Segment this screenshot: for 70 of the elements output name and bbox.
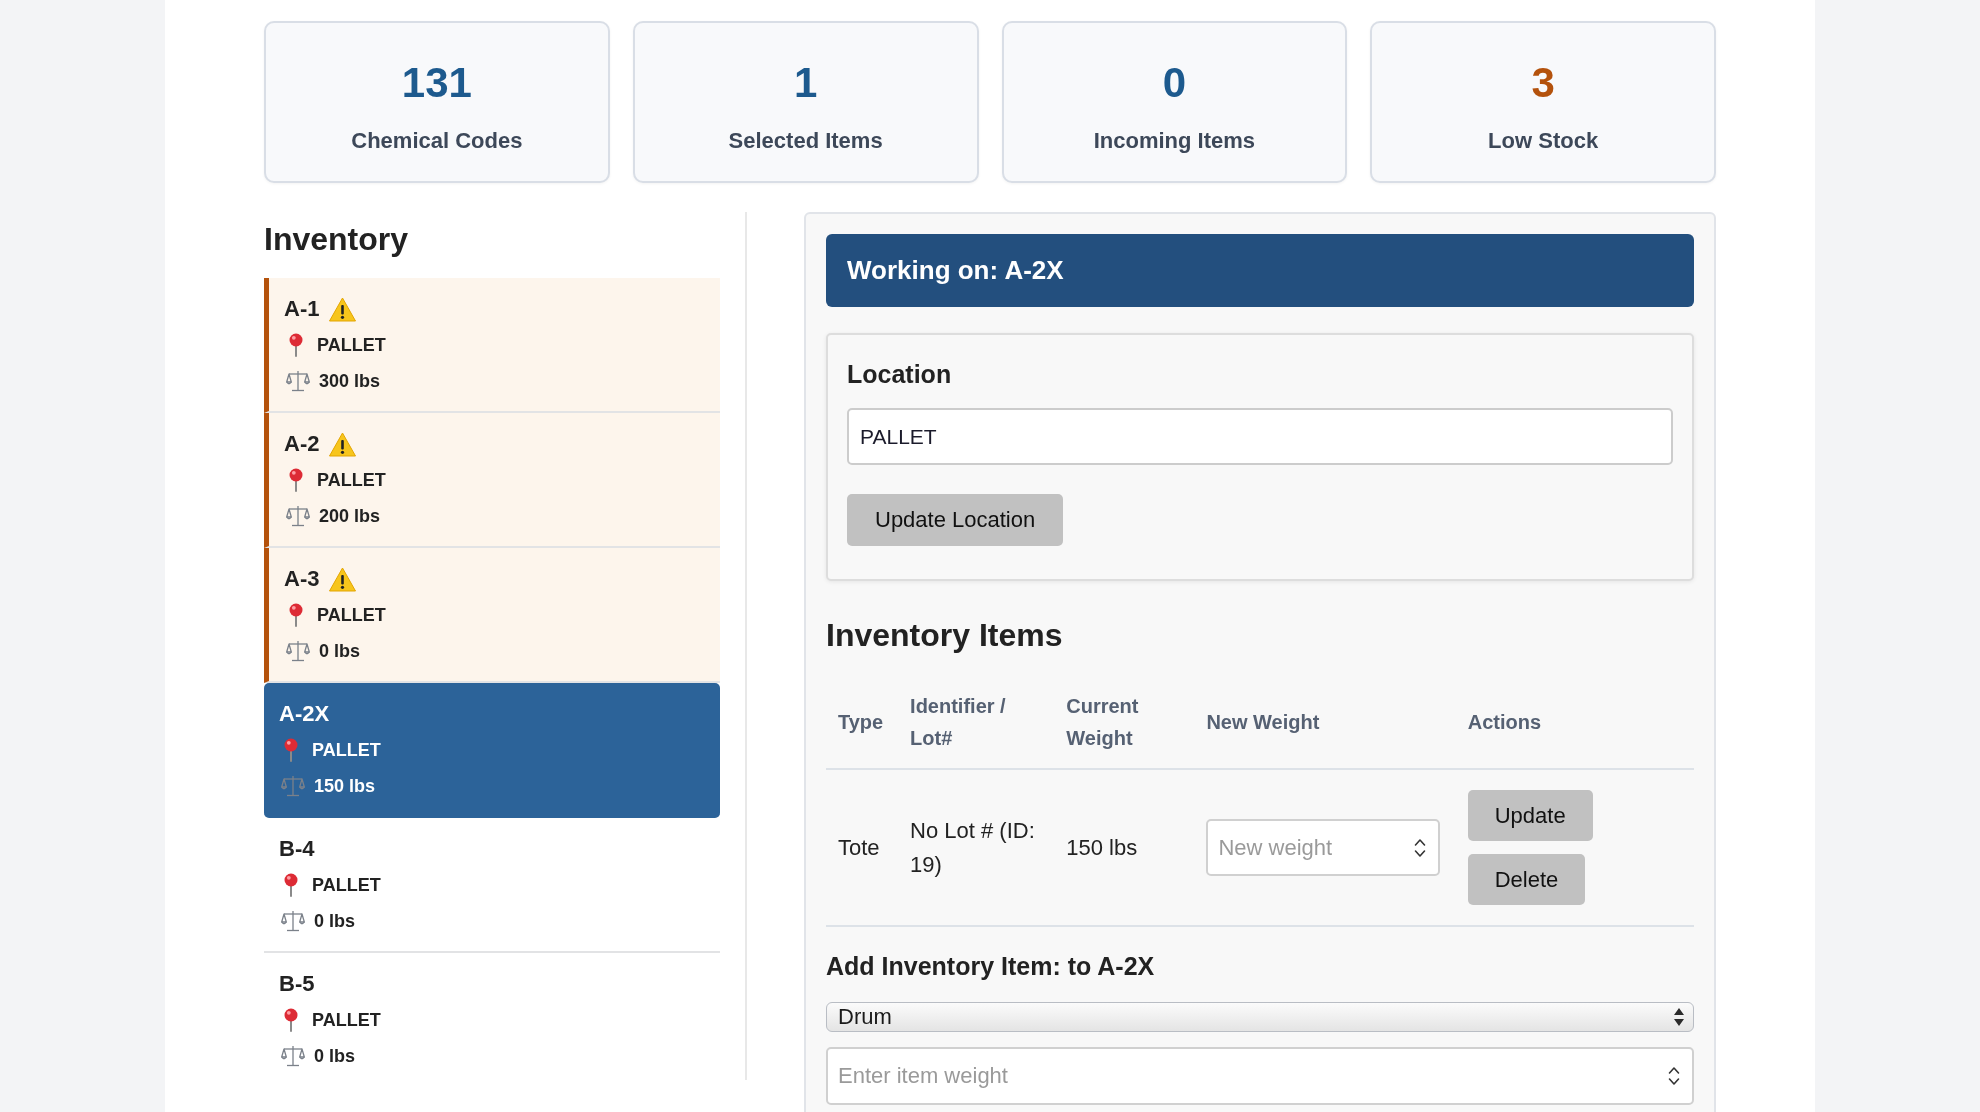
stat-value: 131 xyxy=(401,59,472,107)
inventory-item[interactable]: A-2X PALLET 150 lbs xyxy=(264,683,720,818)
location-text: PALLET xyxy=(317,334,386,357)
action-button[interactable]: Update xyxy=(1467,790,1593,841)
pin-icon xyxy=(283,873,299,897)
column-header: Actions xyxy=(1455,674,1694,769)
table-cell: 150 lbs xyxy=(1054,769,1195,926)
inventory-item[interactable]: B-4 PALLET 0 lbs xyxy=(264,818,720,953)
scale-icon xyxy=(281,910,305,932)
location-text: PALLET xyxy=(312,1009,381,1032)
weight-text: 300 lbs xyxy=(319,370,381,393)
stat-label: Incoming Items xyxy=(1093,128,1256,154)
pin-icon xyxy=(288,468,304,492)
pin-icon xyxy=(288,333,304,357)
weight-text: 200 lbs xyxy=(319,505,381,528)
stat-label: Selected Items xyxy=(728,128,883,154)
scale-icon xyxy=(286,505,310,527)
warning-icon xyxy=(329,431,357,457)
inventory-item[interactable]: B-5 PALLET 0 lbs xyxy=(264,953,720,1080)
stepper-icon xyxy=(1414,836,1427,859)
inventory-heading: Inventory xyxy=(264,220,410,258)
scale-icon xyxy=(286,640,310,662)
action-button[interactable]: Delete xyxy=(1467,854,1586,905)
location-text: PALLET xyxy=(312,739,381,762)
inventory-item[interactable]: A-3 PALLET 0 lbs xyxy=(264,548,720,683)
inventory-item[interactable]: A-1 PALLET 300 lbs xyxy=(264,278,720,413)
location-text: PALLET xyxy=(317,604,386,627)
item-name: B-5 xyxy=(279,970,315,998)
stat-value: 3 xyxy=(1531,59,1555,107)
new-weight-field[interactable]: New weight xyxy=(1206,819,1441,876)
scale-icon xyxy=(281,775,305,797)
stat-label: Chemical Codes xyxy=(351,128,523,154)
warning-icon xyxy=(329,296,357,322)
item-name: A-2 xyxy=(284,430,320,458)
weight-text: 150 lbs xyxy=(314,775,376,798)
weight-text: 0 lbs xyxy=(314,1045,356,1068)
add-item-heading: Add Inventory Item: to A-2X xyxy=(826,951,1156,981)
item-type-select[interactable]: Drum xyxy=(826,1002,1694,1032)
inventory-items-heading: Inventory Items xyxy=(826,616,1064,654)
scale-icon xyxy=(286,370,310,392)
weight-text: 0 lbs xyxy=(314,910,356,933)
item-name: B-4 xyxy=(279,835,315,863)
stat-value: 0 xyxy=(1162,59,1187,107)
pin-icon xyxy=(283,1008,299,1032)
item-name: A-3 xyxy=(284,565,320,593)
pin-icon xyxy=(288,603,304,627)
stepper-icon xyxy=(1668,1065,1680,1087)
column-header: New Weight xyxy=(1194,674,1456,769)
table-cell: No Lot # (ID: 19) xyxy=(898,769,1055,926)
item-weight-field[interactable]: Enter item weight xyxy=(826,1047,1694,1105)
column-header: Type xyxy=(826,674,899,769)
location-heading: Location xyxy=(847,359,953,389)
stat-label: Low Stock xyxy=(1488,128,1599,154)
column-header: Identifier / Lot# xyxy=(898,674,1055,769)
inventory-item[interactable]: A-2 PALLET 200 lbs xyxy=(264,413,720,548)
item-name: A-1 xyxy=(284,295,320,323)
location-input[interactable]: PALLET xyxy=(847,408,1673,465)
pin-icon xyxy=(283,738,299,762)
item-name: A-2X xyxy=(279,700,330,728)
location-text: PALLET xyxy=(312,874,381,897)
weight-text: 0 lbs xyxy=(319,640,361,663)
column-header: Current Weight xyxy=(1054,674,1195,769)
working-on-banner: Working on: A-2X xyxy=(826,234,1694,307)
scale-icon xyxy=(281,1045,305,1067)
warning-icon xyxy=(329,566,357,592)
location-text: PALLET xyxy=(317,469,386,492)
select-arrows-icon xyxy=(1674,1008,1684,1026)
update-location-button[interactable]: Update Location xyxy=(847,494,1064,546)
stat-value: 1 xyxy=(793,59,818,107)
table-cell: Tote xyxy=(826,769,899,926)
